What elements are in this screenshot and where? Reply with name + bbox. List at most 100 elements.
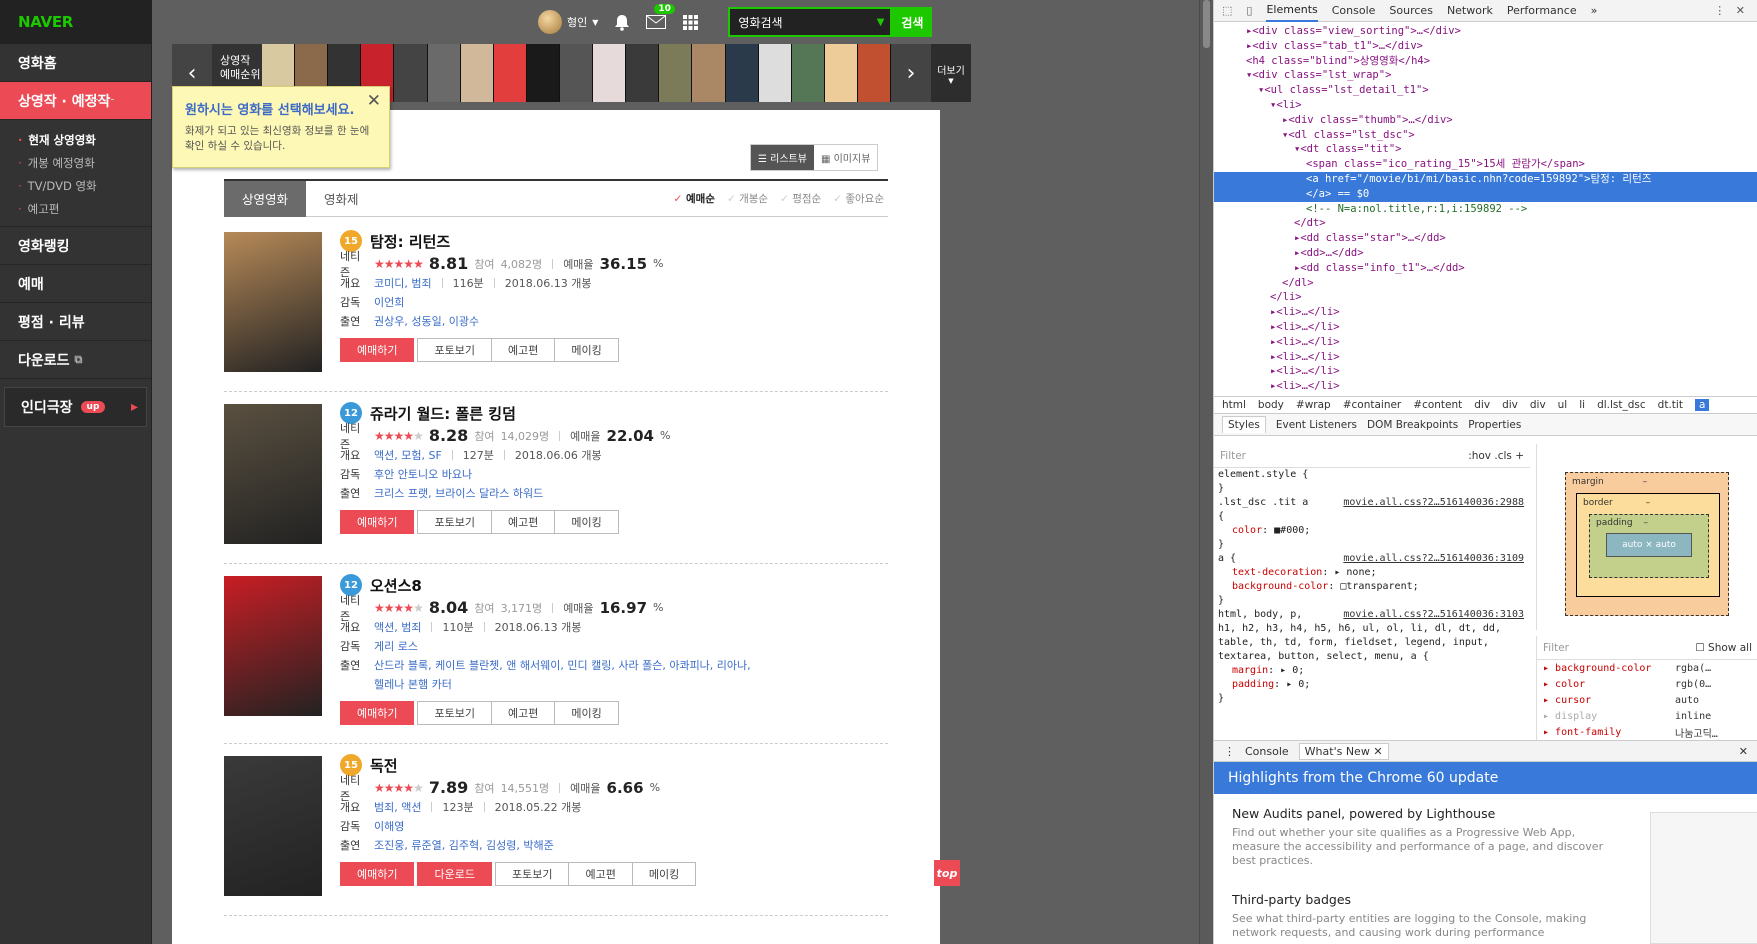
dom-node[interactable]: ▾<dt class="tit"> xyxy=(1214,142,1757,157)
style-rule-line[interactable]: background-color: □transparent; xyxy=(1214,580,1530,594)
style-rule-line[interactable]: .lst_dsc .tit a movie.all.css?2…516140036… xyxy=(1214,496,1530,510)
style-rule-line[interactable]: color: ■#000; xyxy=(1214,524,1530,538)
movie-action-button[interactable]: 포토보기 xyxy=(417,701,492,725)
movie-action-button[interactable]: 메이킹 xyxy=(554,338,619,362)
style-rule-line[interactable]: element.style { xyxy=(1214,468,1530,482)
carousel-poster[interactable] xyxy=(460,44,494,102)
movie-action-button[interactable]: 예매하기 xyxy=(340,338,415,362)
computed-property[interactable]: ▸ color rgb(0… xyxy=(1537,676,1757,692)
carousel-poster[interactable] xyxy=(791,44,825,102)
drawer-close-icon[interactable]: ✕ xyxy=(1739,745,1748,758)
breadcrumb-item[interactable]: dl.lst_dsc xyxy=(1597,399,1646,411)
drawer-tab-console[interactable]: Console xyxy=(1245,745,1289,758)
dom-node[interactable]: ▸<dd class="star">…</dd> xyxy=(1214,231,1757,246)
movie-title[interactable]: 오션스8 xyxy=(370,575,422,596)
movie-poster[interactable] xyxy=(224,756,322,896)
dom-node[interactable]: ▾<dl class="lst_dsc"> xyxy=(1214,128,1757,143)
user-menu[interactable]: 형인 ▼ xyxy=(538,10,598,34)
dom-node[interactable]: ▸<li>…</li> xyxy=(1214,379,1757,394)
style-rule-line[interactable]: { xyxy=(1214,510,1530,524)
dom-node[interactable]: </li> xyxy=(1214,290,1757,305)
search-input[interactable]: 영화검색 ▼ xyxy=(728,7,893,37)
dom-node[interactable]: </dl> xyxy=(1214,276,1757,291)
breadcrumb-item[interactable]: div xyxy=(1474,399,1490,411)
dom-node[interactable]: ▸<div class="tab_t1">…</div> xyxy=(1214,39,1757,54)
sidebar-item-now-showing[interactable]: 상영작 · 예정작 xyxy=(0,82,151,120)
carousel-poster[interactable] xyxy=(526,44,560,102)
breadcrumb-item[interactable]: dt.tit xyxy=(1658,399,1683,411)
style-rule-line[interactable]: textarea, button, select, menu, a { xyxy=(1214,650,1530,664)
director-name[interactable]: 후안 안토니오 바요나 xyxy=(374,466,472,482)
carousel-poster[interactable] xyxy=(394,44,428,102)
image-view-button[interactable]: ▦ 이미지뷰 xyxy=(814,145,877,170)
carousel-more-button[interactable]: 더보기 ▼ xyxy=(931,44,971,102)
submenu-tvdvd[interactable]: TV/DVD 영화 xyxy=(18,174,151,197)
sort-release[interactable]: 개봉순 xyxy=(727,191,768,206)
breadcrumb-item[interactable]: div xyxy=(1502,399,1518,411)
styles-filter[interactable]: Filter:hov .cls + xyxy=(1214,444,1530,468)
carousel-poster[interactable] xyxy=(427,44,461,102)
movie-action-button[interactable]: 예고편 xyxy=(490,701,556,725)
search-button[interactable]: 검색 xyxy=(892,7,933,37)
carousel-poster[interactable] xyxy=(493,44,527,102)
carousel-poster[interactable] xyxy=(824,44,858,102)
list-view-button[interactable]: ☰ 리스트뷰 xyxy=(751,145,814,170)
movie-action-button[interactable]: 예매하기 xyxy=(340,510,415,534)
subtab-event-listeners[interactable]: Event Listeners xyxy=(1276,419,1357,431)
dom-node[interactable]: <span class="ico_rating_15">15세 관람가</spa… xyxy=(1214,157,1757,172)
tab-more[interactable]: » xyxy=(1591,4,1598,17)
dom-node[interactable]: ▸<li>…</li> xyxy=(1214,335,1757,350)
computed-property[interactable]: ▸ display inline xyxy=(1537,708,1757,724)
dom-node[interactable]: <h4 class="blind">상영영화</h4> xyxy=(1214,54,1757,69)
bell-icon[interactable] xyxy=(612,12,632,32)
show-all-checkbox[interactable]: ☐ Show all xyxy=(1695,642,1752,654)
dom-node[interactable]: ▸<li>…</li> xyxy=(1214,364,1757,379)
style-rule-line[interactable]: margin: ▸ 0; xyxy=(1214,664,1530,678)
css-source-link[interactable]: movie.all.css?2…516140036:2988 xyxy=(1343,496,1524,510)
carousel-poster[interactable] xyxy=(593,44,627,102)
style-rule-line[interactable]: } xyxy=(1214,482,1530,496)
movie-action-button[interactable]: 예매하기 xyxy=(340,862,415,886)
dom-node[interactable]: ▸<li>…</li> xyxy=(1214,305,1757,320)
device-toolbar-icon[interactable]: ▯ xyxy=(1246,4,1252,17)
dom-node[interactable]: ▾<div class="lst_wrap"> xyxy=(1214,68,1757,83)
drawer-tab-whatsnew[interactable]: What's New ✕ xyxy=(1298,742,1389,760)
style-rule-line[interactable]: text-decoration: ▸ none; xyxy=(1214,566,1530,580)
dom-node[interactable]: ▸<li>…</li> xyxy=(1214,350,1757,365)
movie-action-button[interactable]: 포토보기 xyxy=(417,338,492,362)
carousel-poster[interactable] xyxy=(692,44,726,102)
cast-names[interactable]: 헬레나 본햄 카터 xyxy=(374,676,452,692)
movie-title[interactable]: 독전 xyxy=(370,755,398,776)
carousel-poster[interactable] xyxy=(725,44,759,102)
director-name[interactable]: 게리 로스 xyxy=(374,638,418,654)
dom-node[interactable]: ▸<div class="view_sorting">…</div> xyxy=(1214,24,1757,39)
sidebar-item-reserve[interactable]: 예매 xyxy=(0,265,151,303)
scroll-top-button[interactable]: top xyxy=(934,860,960,886)
movie-poster[interactable] xyxy=(224,576,322,716)
carousel-next-button[interactable]: › xyxy=(891,44,931,102)
style-rule-line[interactable]: padding: ▸ 0; xyxy=(1214,678,1530,692)
close-icon[interactable]: ✕ xyxy=(367,91,381,111)
sort-rating[interactable]: 평점순 xyxy=(780,191,821,206)
movie-title[interactable]: 쥬라기 월드: 폴른 킹덤 xyxy=(370,403,516,424)
mail-icon[interactable]: 10 xyxy=(646,4,675,32)
cast-names[interactable]: 크리스 프랫, 브라이스 달라스 하워드 xyxy=(374,485,543,501)
movie-action-button[interactable]: 메이킹 xyxy=(554,510,619,534)
style-rule-line[interactable]: html, body, p, movie.all.css?2…516140036:… xyxy=(1214,608,1530,622)
naver-movie-logo[interactable]: NAVER 영화 xyxy=(0,0,151,100)
movie-action-button[interactable]: 메이킹 xyxy=(631,862,697,886)
movie-action-button[interactable]: 예고편 xyxy=(490,338,556,362)
tab-performance[interactable]: Performance xyxy=(1507,4,1577,17)
movie-action-button[interactable]: 다운로드 xyxy=(417,862,492,886)
breadcrumb-item[interactable]: #container xyxy=(1343,399,1402,411)
indie-theater-banner[interactable]: 인디극장 up ▸ xyxy=(4,387,147,427)
carousel-poster[interactable] xyxy=(857,44,891,102)
tab-console[interactable]: Console xyxy=(1332,4,1376,17)
breadcrumb-item[interactable]: html xyxy=(1222,399,1246,411)
movie-title[interactable]: 탐정: 리턴즈 xyxy=(370,231,450,252)
kebab-menu-icon[interactable]: ⋮ ✕ xyxy=(1714,4,1757,17)
tab-sources[interactable]: Sources xyxy=(1389,4,1433,17)
style-rule-line[interactable]: h1, h2, h3, h4, h5, h6, ul, ol, li, dl, … xyxy=(1214,622,1530,636)
genre[interactable]: 범죄, 액션 xyxy=(374,799,421,815)
submenu-current[interactable]: 현재 상영영화 xyxy=(18,128,151,151)
